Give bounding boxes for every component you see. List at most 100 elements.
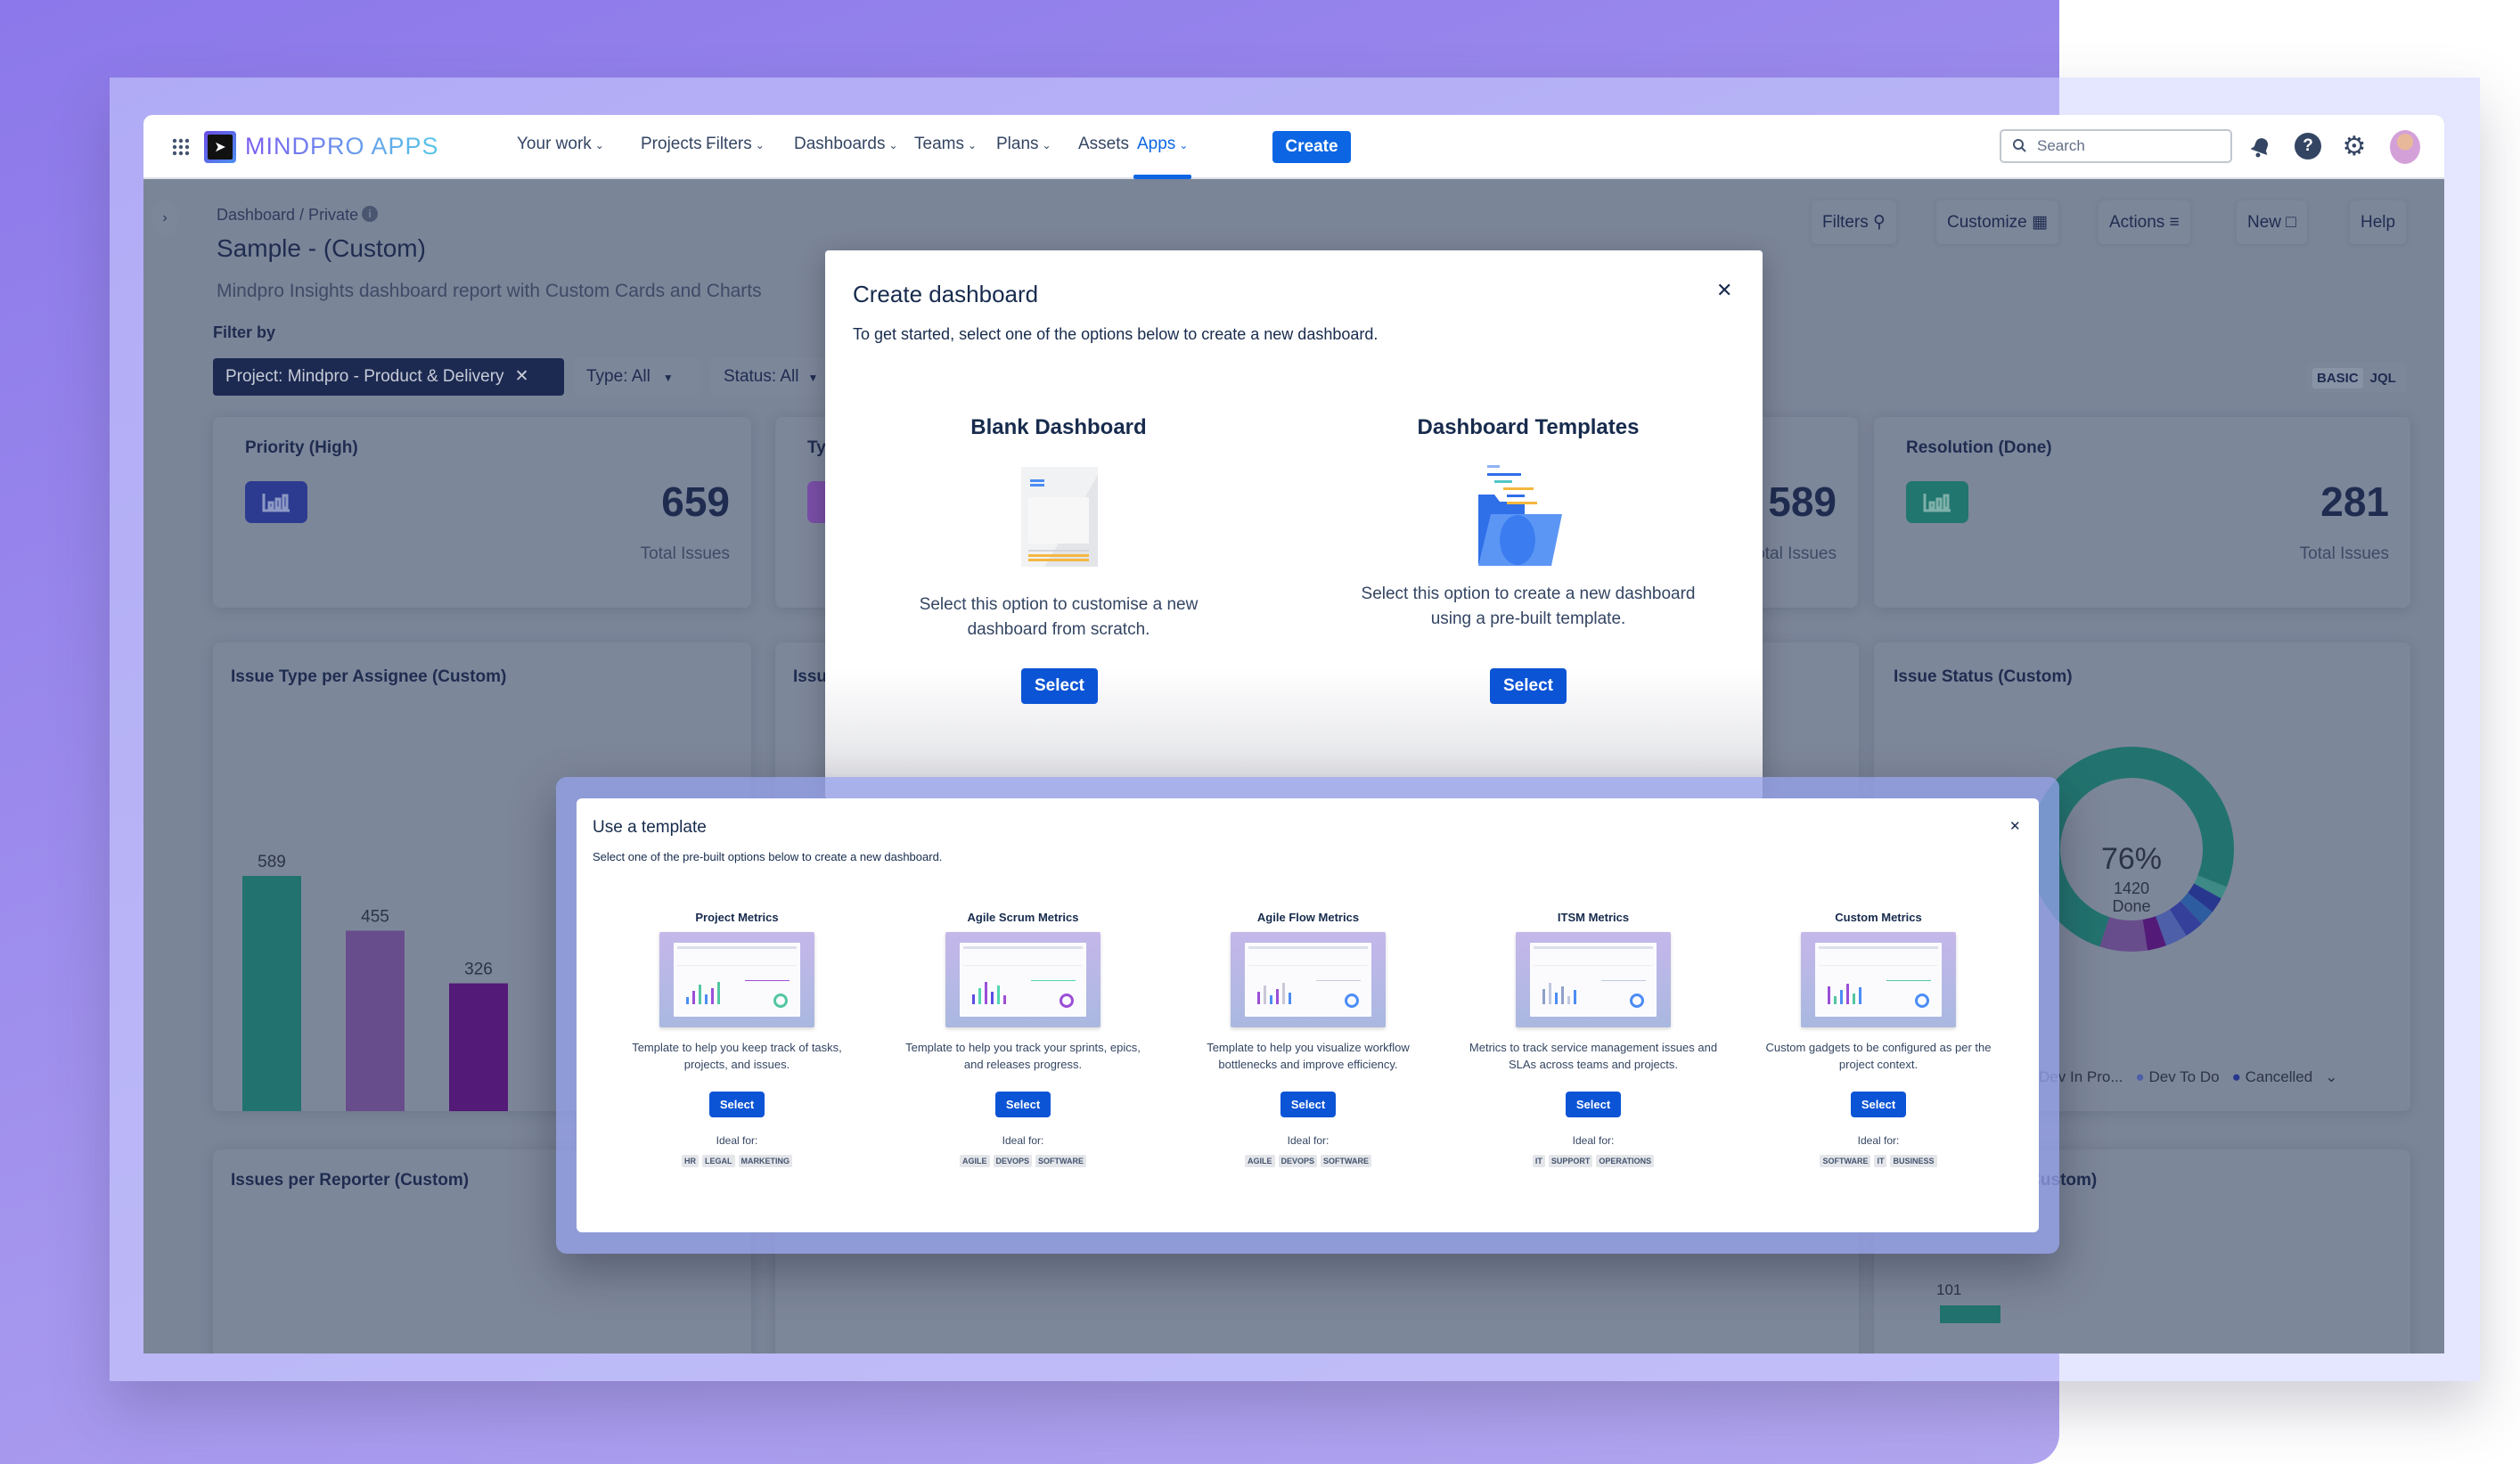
bar[interactable] [242,876,301,1111]
basic-mode-tab[interactable]: BASIC [2312,367,2363,388]
tag: AGILE [959,1155,990,1167]
bar-chart-icon [245,481,307,523]
nav-item-assets[interactable]: Assets [1078,135,1129,154]
template-description: Template to help you keep track of tasks… [632,1041,842,1071]
bar[interactable] [449,983,508,1111]
modal-subtitle: Select one of the pre-built options belo… [593,850,943,863]
chevron-down-icon: ⌄ [1179,139,1189,151]
search-icon [2012,138,2026,152]
option-title: Dashboard Templates [1417,415,1640,439]
template-name: Agile Scrum Metrics [967,911,1079,924]
legend-chevron-icon[interactable]: ⌄ [2325,1068,2337,1086]
select-template-button[interactable]: Select [1851,1092,1906,1117]
new-label: New [2247,213,2282,232]
remove-filter-icon[interactable]: ✕ [515,367,529,386]
bar-chart-icon [1906,481,1968,523]
ideal-for-label: Ideal for: [1002,1134,1044,1147]
legend-label: Dev To Do [2148,1068,2220,1085]
actions-button[interactable]: Actions ≡ [2099,200,2190,244]
ideal-for-label: Ideal for: [716,1134,758,1147]
brand-name[interactable]: MINDPRO APPS [245,133,439,160]
tag: SOFTWARE [1035,1155,1087,1167]
kpi-label: Total Issues [2299,544,2389,563]
template-name: Agile Flow Metrics [1256,911,1360,924]
legend-item[interactable]: ● Dev To Do [2136,1068,2220,1086]
new-button[interactable]: New □ [2237,200,2307,244]
chevron-down-icon: ⌄ [1042,139,1051,151]
nav-item-plans[interactable]: Plans ⌄ [996,135,1051,154]
ideal-for-label: Ideal for: [1857,1134,1900,1147]
nav-item-label: Plans [996,135,1039,153]
donut-label: Done [2112,897,2151,915]
select-template-button[interactable]: Select [1280,1092,1336,1117]
help-icon[interactable]: ? [2295,133,2321,159]
template-preview-thumbnail[interactable] [659,932,814,1027]
kpi-card-resolution[interactable]: Resolution (Done) 281 Total Issues [1874,417,2410,608]
tag-list: AGILE DEVOPS SOFTWARE [889,1155,1157,1167]
nav-item-teams[interactable]: Teams ⌄ [914,135,977,154]
new-page-icon: □ [2286,213,2296,232]
jql-mode-tab[interactable]: JQL [2370,371,2396,386]
nav-item-apps[interactable]: Apps ⌄ [1133,135,1192,179]
gear-icon[interactable]: ⚙ [2341,132,2368,161]
help-button[interactable]: Help [2350,200,2407,244]
nav-item-label: Projects [641,135,702,153]
tag: BUSINESS [1890,1155,1937,1167]
tag-list: SOFTWARE IT BUSINESS [1745,1155,2012,1167]
tag-list: AGILE DEVOPS SOFTWARE [1174,1155,1442,1167]
project-filter-chip[interactable]: Project: Mindpro - Product & Delivery ✕ [213,358,564,396]
select-blank-dashboard-button[interactable]: Select [1021,668,1098,704]
tag: SUPPORT [1548,1155,1593,1167]
nav-item-your-work[interactable]: Your work ⌄ [517,135,604,154]
nav-item-label: Filters [706,135,752,153]
template-preview-thumbnail[interactable] [1801,932,1956,1027]
nav-item-label: Apps [1137,135,1176,153]
close-icon[interactable]: ✕ [1716,279,1732,302]
select-template-button[interactable]: Select [995,1092,1051,1117]
breadcrumb[interactable]: Dashboard / Private [217,206,358,225]
card-title: Priority (High) [245,438,358,457]
brand-logo-icon[interactable]: ➤ [204,131,236,163]
legend-item[interactable]: ● Cancelled [2232,1068,2313,1086]
info-icon[interactable]: i [362,206,378,222]
close-icon[interactable]: ✕ [2009,818,2021,834]
create-button[interactable]: Create [1272,131,1351,163]
type-filter-dropdown[interactable]: Type: All ▼ [574,358,700,396]
template-preview-thumbnail[interactable] [945,932,1100,1027]
bar[interactable] [346,930,405,1111]
kpi-card-priority[interactable]: Priority (High) 659 Total Issues [213,417,751,608]
template-preview-thumbnail[interactable] [1231,932,1386,1027]
top-nav: ➤ MINDPRO APPS Your work ⌄ Projects ⌄ Filter… [143,115,2444,179]
chevron-down-icon: ⌄ [755,139,765,151]
bar-value-label: 589 [258,853,286,871]
tag: DEVOPS [1278,1155,1318,1167]
chevron-down-icon: ▼ [662,372,674,384]
filters-button[interactable]: Filters ⚲ [1812,200,1896,244]
chart-title: Issues per Reporter (Custom) [231,1171,470,1190]
select-dashboard-templates-button[interactable]: Select [1490,668,1567,704]
modal-title: Create dashboard [853,281,1039,307]
template-preview-thumbnail[interactable] [1516,932,1671,1027]
option-description: Select this option to create a new dashb… [1361,585,1696,628]
user-avatar[interactable] [2390,130,2420,164]
nav-item-label: Teams [914,135,964,153]
tag: LEGAL [702,1155,735,1167]
app-grid-icon[interactable] [170,136,192,158]
sidebar-expand-button[interactable]: › [152,200,177,236]
nav-item-filters[interactable]: Filters ⌄ [706,135,765,154]
nav-item-dashboards[interactable]: Dashboards ⌄ [794,135,898,154]
template-name: Project Metrics [695,911,779,924]
donut-percent: 76% [2100,842,2163,876]
option-title: Blank Dashboard [970,415,1147,439]
status-legend: ● Dev In Pro... ● Dev To Do ● Cancelled … [2025,1068,2337,1086]
donut-count: 1420 [2113,879,2150,897]
select-template-button[interactable]: Select [709,1092,765,1117]
filters-label: Filters [1822,213,1869,232]
nav-item-label: Dashboards [794,135,886,153]
filter-by-label: Filter by [213,323,276,341]
search-input[interactable]: Search [2000,129,2232,163]
select-template-button[interactable]: Select [1566,1092,1621,1117]
nav-item-projects[interactable]: Projects ⌄ [641,135,715,154]
bell-icon[interactable] [2248,135,2273,159]
customize-button[interactable]: Customize ▦ [1936,200,2058,244]
